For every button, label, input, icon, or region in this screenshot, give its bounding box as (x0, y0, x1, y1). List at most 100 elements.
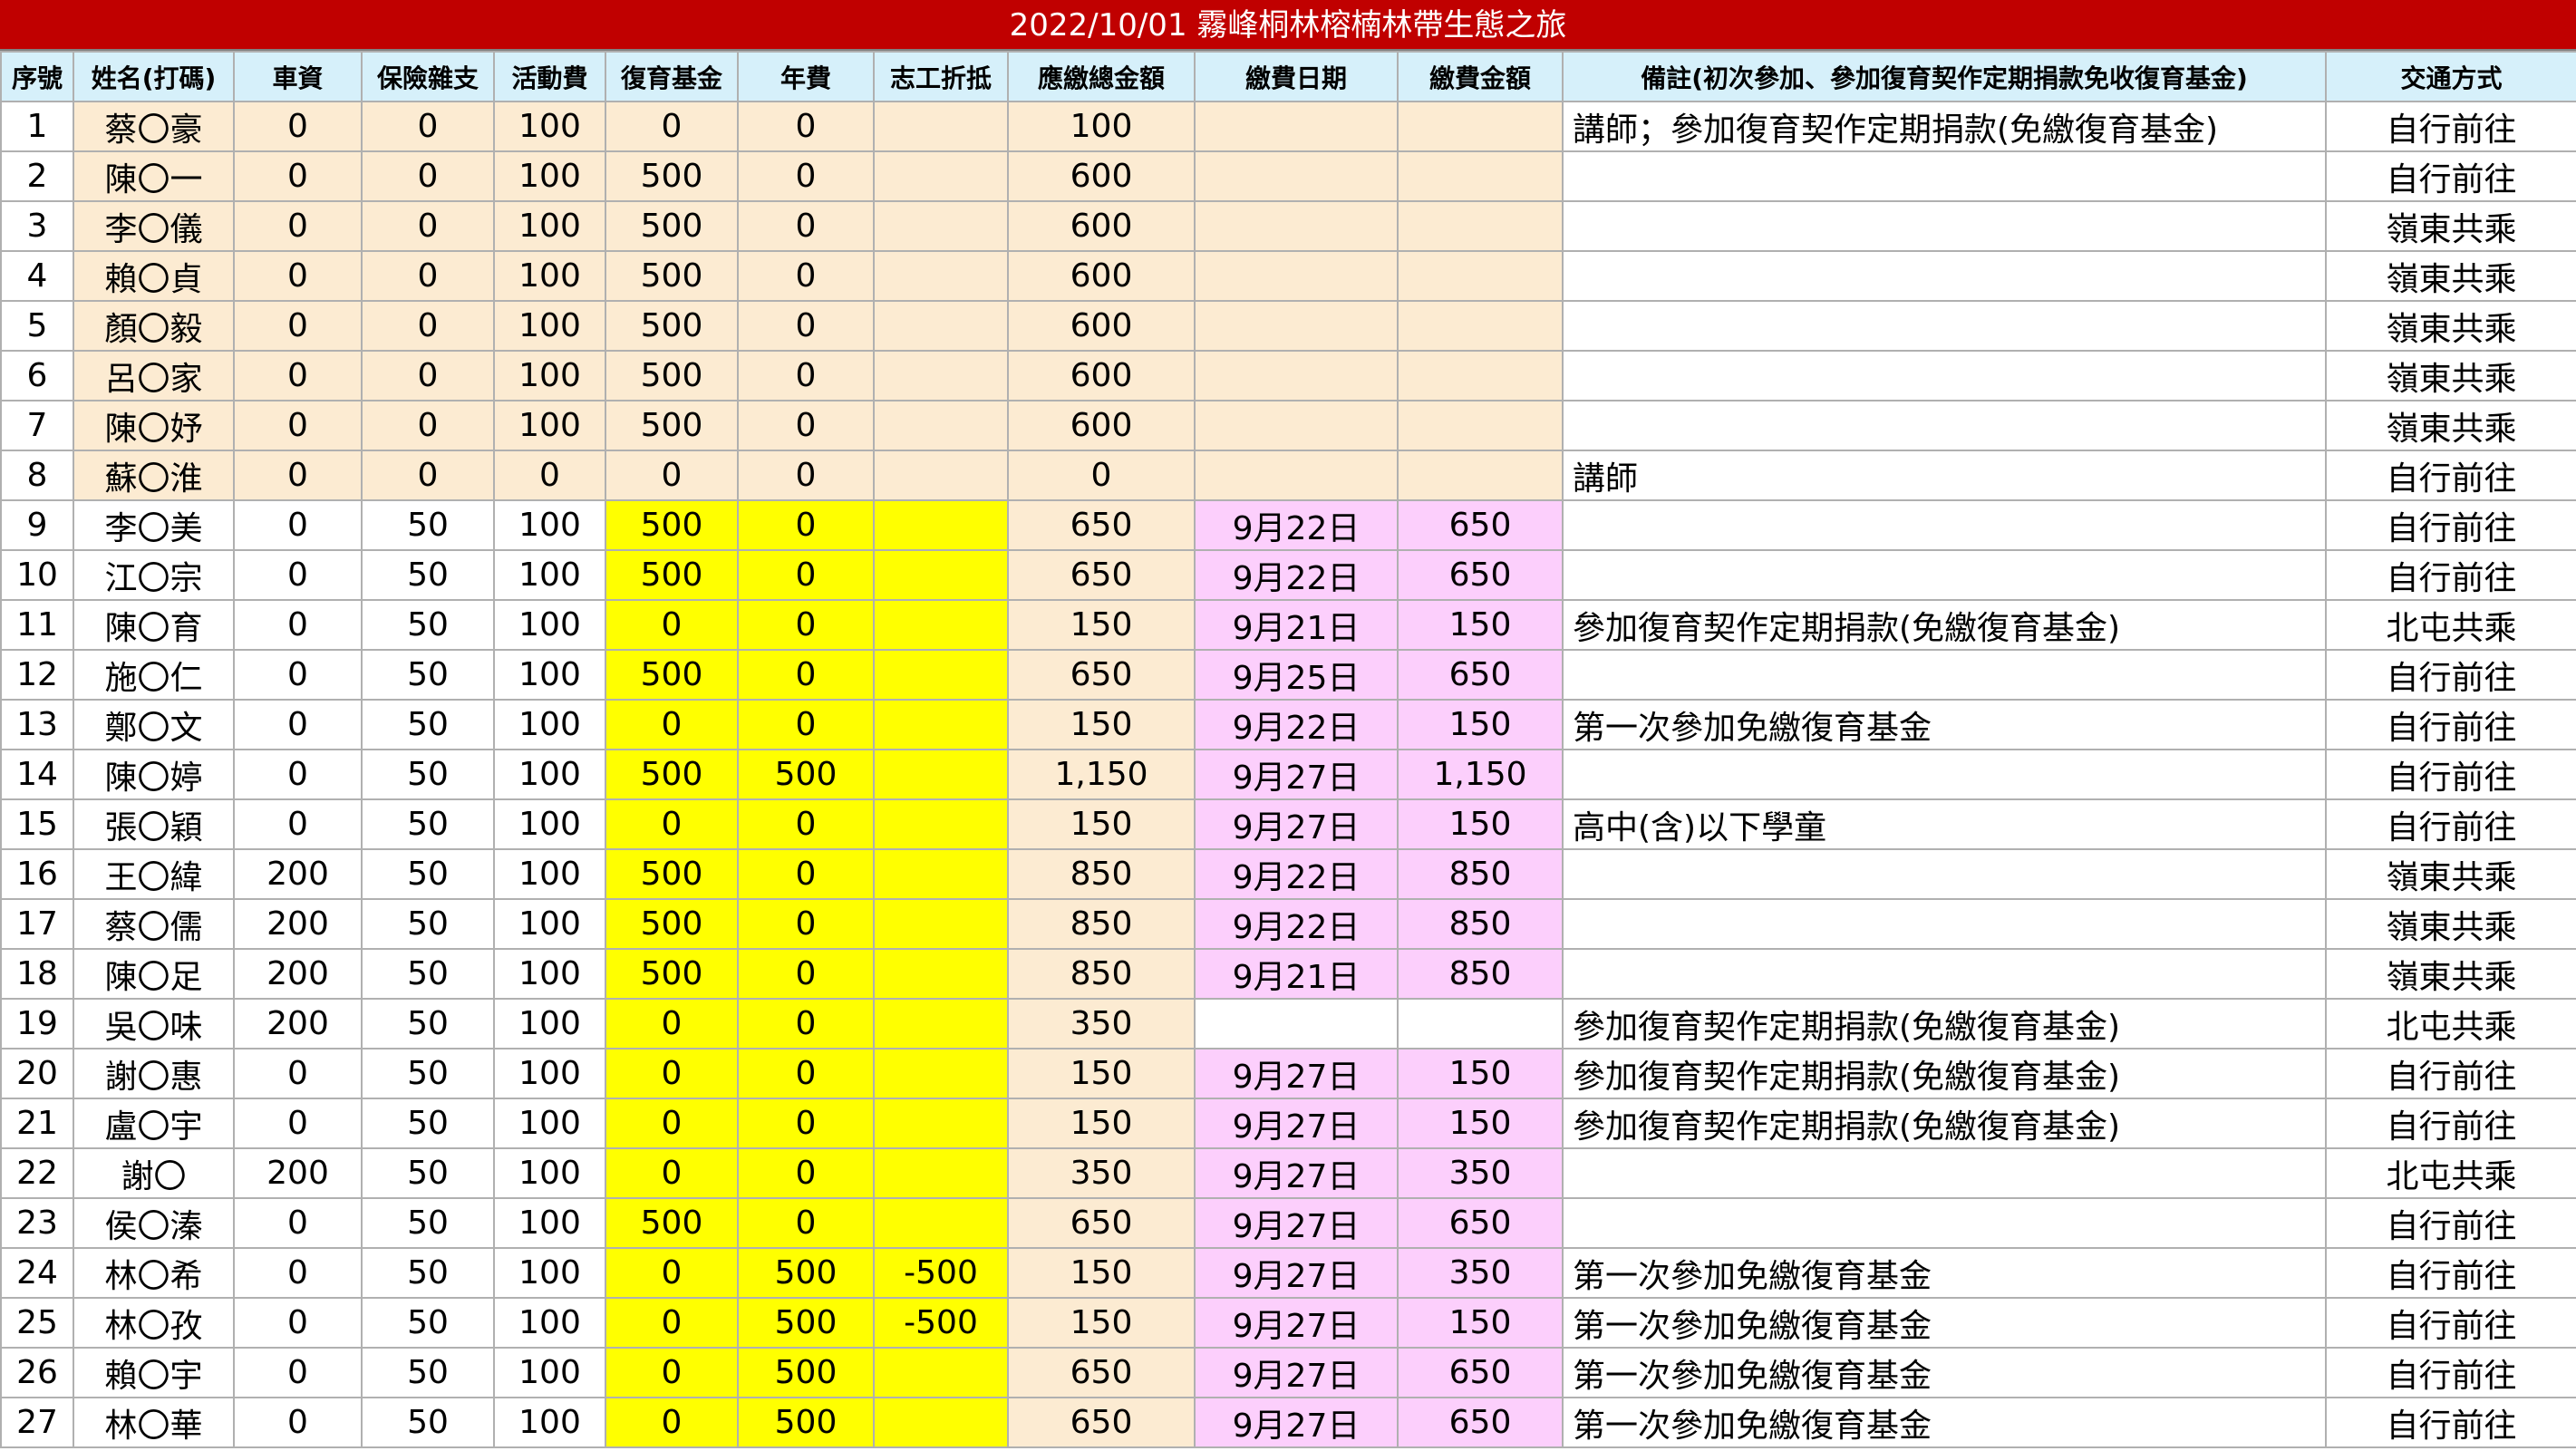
cell-fare[interactable]: 0 (233, 350, 363, 401)
cell-payment-date[interactable]: 9月27日 (1194, 1147, 1399, 1199)
cell-fare[interactable]: 200 (233, 898, 363, 950)
cell-payment-date[interactable]: 9月27日 (1194, 1397, 1399, 1448)
cell-payment-amount[interactable]: 150 (1397, 599, 1564, 651)
cell-remarks[interactable]: 講師 (1562, 450, 2327, 501)
cell-fare[interactable]: 0 (233, 649, 363, 701)
cell-volunteer-discount[interactable] (873, 1048, 1009, 1099)
cell-transport[interactable]: 嶺東共乘 (2325, 848, 2576, 900)
cell-transport[interactable]: 自行前往 (2325, 1347, 2576, 1398)
cell-name[interactable]: 蘇〇淮 (73, 450, 235, 501)
cell-fare[interactable]: 0 (233, 1048, 363, 1099)
cell-restoration-fund[interactable]: 500 (605, 749, 739, 800)
cell-remarks[interactable]: 第一次參加免繳復育基金 (1562, 1397, 2327, 1448)
cell-activity-fee[interactable]: 100 (493, 1098, 606, 1149)
cell-remarks[interactable] (1562, 898, 2327, 950)
cell-fare[interactable]: 0 (233, 300, 363, 352)
cell-insurance[interactable]: 50 (361, 1098, 495, 1149)
cell-seq[interactable]: 14 (0, 749, 74, 800)
cell-payment-date[interactable]: 9月22日 (1194, 898, 1399, 950)
cell-name[interactable]: 林〇華 (73, 1397, 235, 1448)
cell-fare[interactable]: 200 (233, 948, 363, 1000)
cell-remarks[interactable]: 參加復育契作定期捐款(免繳復育基金) (1562, 998, 2327, 1050)
cell-volunteer-discount[interactable] (873, 699, 1009, 750)
cell-annual-fee[interactable]: 0 (737, 101, 875, 152)
cell-remarks[interactable] (1562, 749, 2327, 800)
cell-fare[interactable]: 0 (233, 250, 363, 302)
cell-restoration-fund[interactable]: 0 (605, 1048, 739, 1099)
cell-transport[interactable]: 嶺東共乘 (2325, 300, 2576, 352)
cell-transport[interactable]: 北屯共乘 (2325, 1147, 2576, 1199)
cell-activity-fee[interactable]: 100 (493, 848, 606, 900)
cell-volunteer-discount[interactable] (873, 1347, 1009, 1398)
cell-payment-amount[interactable]: 150 (1397, 1098, 1564, 1149)
cell-total-due[interactable]: 150 (1007, 798, 1196, 850)
cell-restoration-fund[interactable]: 0 (605, 101, 739, 152)
cell-total-due[interactable]: 650 (1007, 499, 1196, 551)
cell-name[interactable]: 侯〇溱 (73, 1197, 235, 1249)
cell-total-due[interactable]: 150 (1007, 1297, 1196, 1349)
cell-name[interactable]: 林〇孜 (73, 1297, 235, 1349)
cell-payment-date[interactable] (1194, 150, 1399, 202)
cell-transport[interactable]: 自行前往 (2325, 1197, 2576, 1249)
cell-transport[interactable]: 嶺東共乘 (2325, 350, 2576, 401)
cell-transport[interactable]: 北屯共乘 (2325, 998, 2576, 1050)
cell-payment-date[interactable]: 9月22日 (1194, 499, 1399, 551)
cell-name[interactable]: 賴〇宇 (73, 1347, 235, 1398)
cell-volunteer-discount[interactable] (873, 150, 1009, 202)
cell-seq[interactable]: 20 (0, 1048, 74, 1099)
cell-payment-date[interactable] (1194, 450, 1399, 501)
cell-restoration-fund[interactable]: 500 (605, 200, 739, 252)
cell-insurance[interactable]: 50 (361, 1147, 495, 1199)
cell-remarks[interactable] (1562, 300, 2327, 352)
cell-annual-fee[interactable]: 500 (737, 1347, 875, 1398)
cell-remarks[interactable] (1562, 499, 2327, 551)
cell-payment-amount[interactable] (1397, 350, 1564, 401)
cell-payment-date[interactable] (1194, 400, 1399, 451)
cell-fare[interactable]: 0 (233, 1247, 363, 1299)
cell-seq[interactable]: 11 (0, 599, 74, 651)
cell-transport[interactable]: 自行前往 (2325, 549, 2576, 601)
cell-fare[interactable]: 0 (233, 749, 363, 800)
cell-annual-fee[interactable]: 0 (737, 699, 875, 750)
cell-total-due[interactable]: 1,150 (1007, 749, 1196, 800)
cell-annual-fee[interactable]: 0 (737, 998, 875, 1050)
cell-activity-fee[interactable]: 100 (493, 649, 606, 701)
cell-payment-date[interactable]: 9月27日 (1194, 1347, 1399, 1398)
cell-total-due[interactable]: 0 (1007, 450, 1196, 501)
cell-name[interactable]: 蔡〇豪 (73, 101, 235, 152)
cell-insurance[interactable]: 0 (361, 350, 495, 401)
cell-payment-amount[interactable] (1397, 101, 1564, 152)
cell-transport[interactable]: 自行前往 (2325, 1297, 2576, 1349)
cell-volunteer-discount[interactable] (873, 1098, 1009, 1149)
cell-insurance[interactable]: 50 (361, 549, 495, 601)
cell-total-due[interactable]: 600 (1007, 200, 1196, 252)
cell-transport[interactable]: 自行前往 (2325, 749, 2576, 800)
cell-remarks[interactable]: 參加復育契作定期捐款(免繳復育基金) (1562, 1048, 2327, 1099)
cell-activity-fee[interactable]: 100 (493, 150, 606, 202)
cell-annual-fee[interactable]: 0 (737, 150, 875, 202)
cell-remarks[interactable]: 第一次參加免繳復育基金 (1562, 699, 2327, 750)
cell-fare[interactable]: 0 (233, 1197, 363, 1249)
cell-remarks[interactable] (1562, 150, 2327, 202)
cell-payment-amount[interactable] (1397, 998, 1564, 1050)
cell-transport[interactable]: 自行前往 (2325, 649, 2576, 701)
cell-fare[interactable]: 0 (233, 200, 363, 252)
cell-restoration-fund[interactable]: 0 (605, 1347, 739, 1398)
cell-insurance[interactable]: 50 (361, 1397, 495, 1448)
cell-total-due[interactable]: 650 (1007, 1397, 1196, 1448)
cell-payment-amount[interactable]: 650 (1397, 1197, 1564, 1249)
cell-fare[interactable]: 0 (233, 400, 363, 451)
cell-annual-fee[interactable]: 0 (737, 400, 875, 451)
cell-name[interactable]: 施〇仁 (73, 649, 235, 701)
cell-seq[interactable]: 15 (0, 798, 74, 850)
cell-payment-date[interactable]: 9月27日 (1194, 1297, 1399, 1349)
cell-remarks[interactable]: 參加復育契作定期捐款(免繳復育基金) (1562, 1098, 2327, 1149)
cell-transport[interactable]: 自行前往 (2325, 101, 2576, 152)
cell-activity-fee[interactable]: 100 (493, 200, 606, 252)
cell-fare[interactable]: 200 (233, 998, 363, 1050)
cell-insurance[interactable]: 50 (361, 1347, 495, 1398)
cell-total-due[interactable]: 100 (1007, 101, 1196, 152)
cell-name[interactable]: 王〇緯 (73, 848, 235, 900)
cell-payment-amount[interactable]: 650 (1397, 1397, 1564, 1448)
cell-insurance[interactable]: 0 (361, 200, 495, 252)
